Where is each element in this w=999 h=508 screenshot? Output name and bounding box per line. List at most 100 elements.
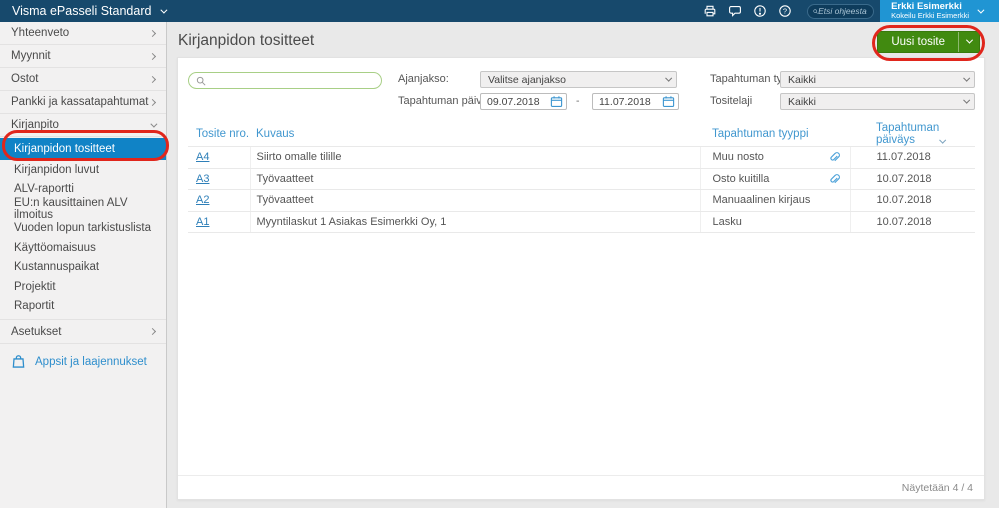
sidebar-item-label: Vuoden lopun tarkistuslista: [14, 222, 151, 234]
sidebar-item-pankki[interactable]: Pankki ja kassatapahtumat: [0, 91, 166, 114]
voucher-link[interactable]: A1: [196, 216, 209, 228]
voucher-link[interactable]: A3: [196, 173, 209, 185]
voucher-type-filter-label: Tositelaji: [710, 93, 752, 110]
header-tapahtuman-paivays[interactable]: Tapahtuman päiväys: [850, 122, 975, 147]
event-type-select[interactable]: Kaikki: [780, 71, 975, 88]
paperclip-icon[interactable]: [828, 151, 840, 163]
table-row[interactable]: A2 Työvaatteet Manuaalinen kirjaus 10.07…: [188, 190, 975, 212]
sidebar-item-label: Ostot: [11, 73, 38, 85]
chevron-right-icon: [149, 52, 156, 59]
sidebar-item-kirjanpidon-tositteet[interactable]: Kirjanpidon tositteet: [0, 138, 166, 160]
brand-title: Visma ePasseli Standard: [12, 4, 151, 18]
sidebar-item-ostot[interactable]: Ostot: [0, 68, 166, 91]
info-icon[interactable]: [751, 3, 768, 20]
date-to-field[interactable]: 11.07.2018: [592, 93, 679, 110]
sidebar-item-asetukset[interactable]: Asetukset: [0, 319, 166, 344]
sort-chevron-icon[interactable]: [939, 136, 945, 142]
period-label: Ajanjakso:: [398, 71, 449, 88]
header-tapahtuman-tyyppi[interactable]: Tapahtuman tyyppi: [700, 122, 850, 147]
list-search-input[interactable]: [211, 75, 374, 87]
sidebar-item-label: Käyttöomaisuus: [14, 242, 96, 254]
chevron-right-icon: [149, 75, 156, 82]
calendar-icon[interactable]: [550, 95, 563, 108]
voucher-date: 10.07.2018: [850, 168, 975, 190]
date-to-value: 11.07.2018: [599, 96, 651, 108]
header-tosite-nro[interactable]: Tosite nro.: [188, 122, 250, 147]
sidebar-item-yhteenveto[interactable]: Yhteenveto: [0, 22, 166, 45]
sidebar-item-projektit[interactable]: Projektit: [0, 277, 166, 297]
date-from-field[interactable]: 09.07.2018: [480, 93, 567, 110]
svg-text:?: ?: [782, 7, 786, 16]
period-select-value: Valitse ajanjakso: [488, 74, 566, 86]
chevron-down-icon: [161, 6, 168, 13]
voucher-link[interactable]: A4: [196, 151, 209, 163]
table-row[interactable]: A3 Työvaatteet Osto kuitilla 10.07.2018: [188, 168, 975, 190]
chevron-right-icon: [149, 98, 156, 105]
help-search-field[interactable]: [807, 4, 874, 19]
sidebar-item-kirjanpito[interactable]: Kirjanpito: [0, 114, 166, 137]
voucher-date: 10.07.2018: [850, 190, 975, 212]
sidebar-item-label: Pankki ja kassatapahtumat: [11, 96, 148, 108]
user-menu[interactable]: Erkki Esimerkki Kokeilu Erkki Esimerkki: [880, 0, 999, 22]
sidebar-item-kirjanpidon-luvut[interactable]: Kirjanpidon luvut: [0, 160, 166, 180]
sidebar-item-kayttoomaisuus[interactable]: Käyttöomaisuus: [0, 238, 166, 258]
sidebar-item-kustannuspaikat[interactable]: Kustannuspaikat: [0, 258, 166, 278]
voucher-table: Tosite nro. Kuvaus Tapahtuman tyyppi Tap…: [188, 122, 975, 233]
new-voucher-button[interactable]: Uusi tosite: [877, 31, 980, 53]
paperclip-icon[interactable]: [828, 173, 840, 185]
page-title: Kirjanpidon tositteet: [178, 32, 314, 50]
print-icon[interactable]: [701, 3, 718, 20]
voucher-date: 11.07.2018: [850, 147, 975, 169]
voucher-type: Muu nosto: [713, 151, 764, 163]
date-from-value: 09.07.2018: [487, 96, 540, 108]
new-voucher-button-label: Uusi tosite: [878, 32, 958, 52]
chevron-down-icon: [963, 97, 969, 103]
calendar-icon[interactable]: [662, 95, 675, 108]
help-icon[interactable]: ?: [776, 3, 793, 20]
chat-icon[interactable]: [726, 3, 743, 20]
chevron-right-icon: [149, 328, 156, 335]
table-row[interactable]: A1 Myyntilaskut 1 Asiakas Esimerkki Oy, …: [188, 211, 975, 233]
voucher-description: Siirto omalle tilille: [250, 147, 700, 169]
voucher-type-select[interactable]: Kaikki: [780, 93, 975, 110]
sidebar-item-label: Myynnit: [11, 50, 51, 62]
main-content: Kirjanpidon tositteet Uusi tosite Ajanja…: [167, 22, 999, 508]
list-search-field[interactable]: [188, 72, 382, 89]
search-icon: [196, 76, 206, 86]
chevron-down-icon: [977, 6, 984, 13]
chevron-down-icon: [963, 75, 969, 81]
new-voucher-dropdown-toggle[interactable]: [958, 32, 979, 52]
sidebar-item-label: Raportit: [14, 300, 54, 312]
sidebar-item-label: Kirjanpidon luvut: [14, 164, 99, 176]
sidebar-item-appsit-ja-laajennukset[interactable]: Appsit ja laajennukset: [0, 344, 166, 379]
app-switcher[interactable]: Visma ePasseli Standard: [12, 4, 165, 18]
sidebar-item-label: Kustannuspaikat: [14, 261, 99, 273]
result-count: Näytetään 4 / 4: [178, 475, 984, 499]
sidebar-item-label: Projektit: [14, 281, 56, 293]
voucher-description: Myyntilaskut 1 Asiakas Esimerkki Oy, 1: [250, 211, 700, 233]
voucher-description: Työvaatteet: [250, 190, 700, 212]
voucher-link[interactable]: A2: [196, 194, 209, 206]
sidebar-item-eu-alv-ilmoitus[interactable]: EU:n kausittainen ALV ilmoitus: [0, 199, 166, 219]
table-header-row: Tosite nro. Kuvaus Tapahtuman tyyppi Tap…: [188, 122, 975, 147]
sidebar-item-myynnit[interactable]: Myynnit: [0, 45, 166, 68]
sidebar-item-label: EU:n kausittainen ALV ilmoitus: [14, 197, 166, 221]
voucher-type: Manuaalinen kirjaus: [713, 194, 811, 206]
help-search-input[interactable]: [818, 6, 868, 16]
sidebar-item-label: Appsit ja laajennukset: [35, 356, 147, 368]
event-type-select-value: Kaikki: [788, 74, 816, 86]
voucher-type: Lasku: [713, 216, 742, 228]
sidebar-item-vuoden-lopun-tarkistuslista[interactable]: Vuoden lopun tarkistuslista: [0, 219, 166, 239]
period-select[interactable]: Valitse ajanjakso: [480, 71, 677, 88]
sidebar-item-label: Kirjanpidon tositteet: [14, 143, 115, 155]
sidebar-item-label: ALV-raportti: [14, 183, 74, 195]
header-kuvaus[interactable]: Kuvaus: [250, 122, 700, 147]
sidebar-item-label: Kirjanpito: [11, 119, 59, 131]
sidebar-item-raportit[interactable]: Raportit: [0, 297, 166, 317]
table-row[interactable]: A4 Siirto omalle tilille Muu nosto 11.07…: [188, 147, 975, 169]
top-bar: Visma ePasseli Standard ?: [0, 0, 999, 22]
date-range-separator: -: [576, 93, 580, 110]
sidebar-item-label: Asetukset: [11, 326, 62, 338]
shopping-bag-icon: [11, 354, 26, 369]
sidebar-item-label: Yhteenveto: [11, 27, 69, 39]
